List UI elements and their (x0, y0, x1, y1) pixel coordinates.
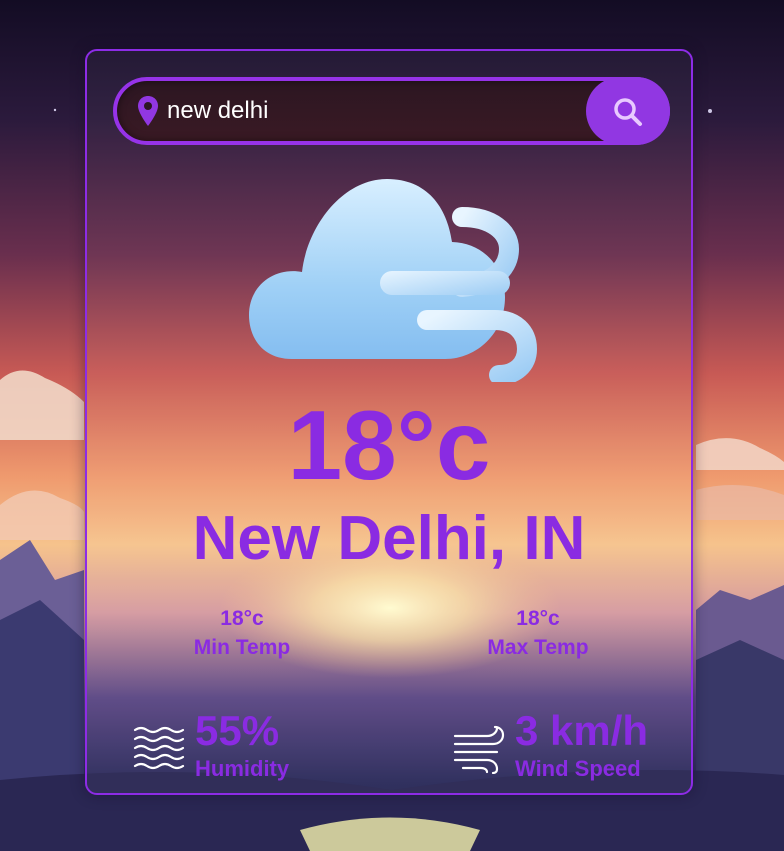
max-temp-block: 18°c Max Temp (438, 604, 638, 662)
weather-card: 18°c New Delhi, IN 18°c Min Temp 18°c Ma… (85, 49, 693, 795)
min-temp-label: Min Temp (193, 636, 291, 659)
windy-cloud-icon (249, 179, 537, 382)
min-temp-block: 18°c Min Temp (142, 604, 342, 662)
search-icon (614, 98, 642, 126)
wind-value: 3 km/h (515, 707, 649, 754)
search-bar (113, 77, 670, 145)
humidity-label: Humidity (195, 756, 290, 781)
humidity-value: 55% (195, 707, 280, 754)
current-temperature: 18°c (287, 390, 491, 500)
search-button[interactable] (586, 77, 670, 145)
wind-label: Wind Speed (515, 756, 641, 781)
min-temp-value: 18°c (220, 607, 264, 630)
wind-icon (453, 725, 505, 774)
location-pin-icon (138, 96, 158, 126)
max-temp-label: Max Temp (487, 636, 589, 659)
search-input[interactable] (167, 95, 577, 127)
city-name: New Delhi, IN (192, 504, 586, 573)
waves-icon (133, 726, 185, 770)
max-temp-value: 18°c (516, 607, 560, 630)
